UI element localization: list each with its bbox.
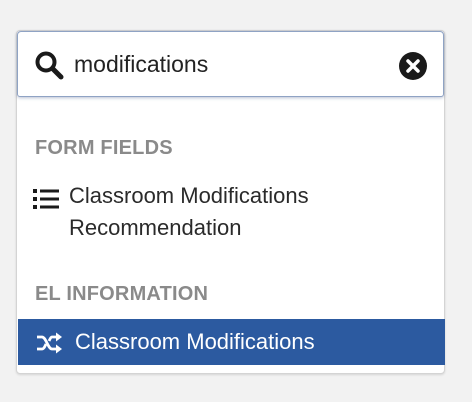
result-item-label-line1: Classroom Modifications	[69, 183, 309, 208]
result-item-classroom-modifications[interactable]: Classroom Modifications	[18, 319, 445, 365]
search-dropdown-panel: FORM FIELDS Classroom Modifications Reco…	[16, 30, 445, 374]
result-item-label: Classroom Modifications	[75, 329, 315, 354]
result-item-label-line2: Recommendation	[69, 215, 242, 240]
list-icon	[33, 189, 59, 209]
search-box[interactable]	[17, 31, 444, 97]
search-icon	[35, 51, 64, 80]
close-circle-icon[interactable]	[398, 51, 428, 81]
result-item-classroom-modifications-recommendation[interactable]: Classroom Modifications Recommendation	[18, 179, 445, 245]
search-input[interactable]	[74, 46, 384, 82]
shuffle-icon	[37, 332, 62, 354]
section-heading-form-fields: FORM FIELDS	[35, 137, 173, 159]
section-heading-el-information: EL INFORMATION	[35, 283, 209, 305]
